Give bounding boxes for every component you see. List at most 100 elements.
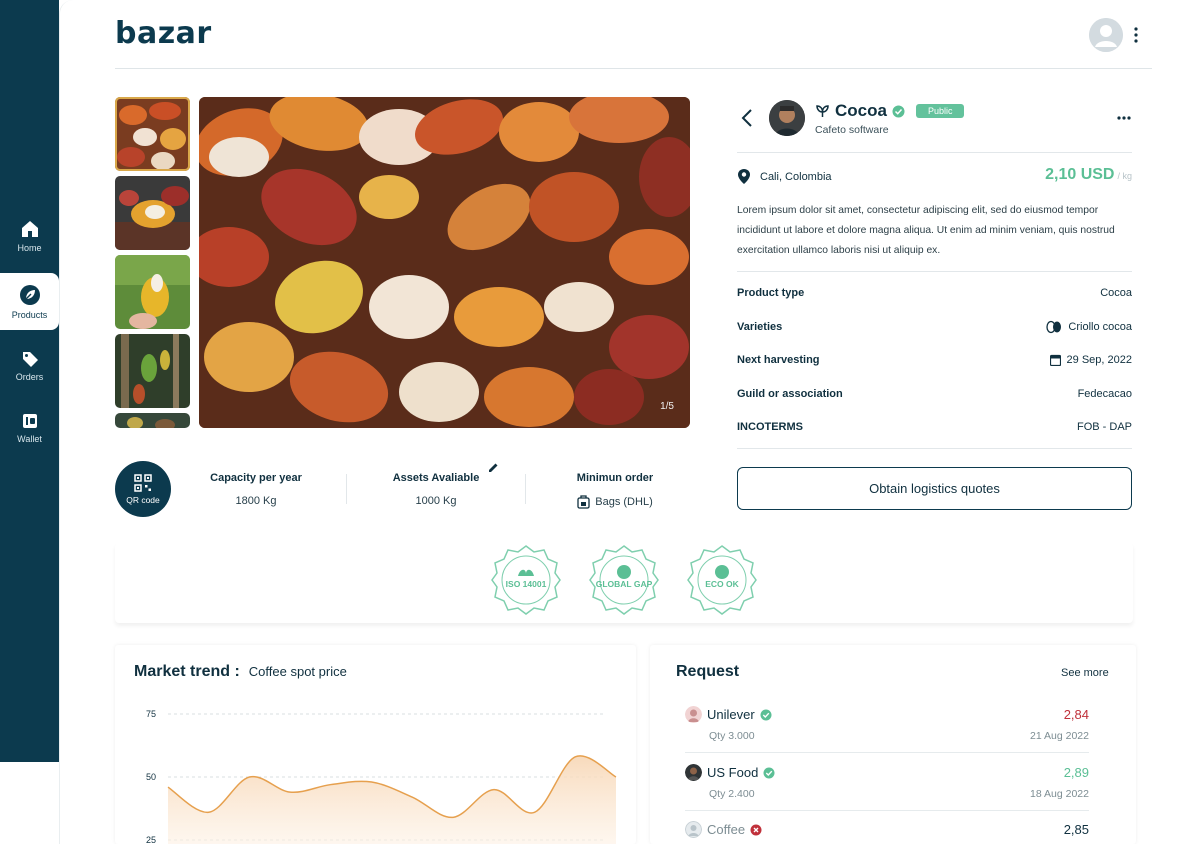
bazar-logo[interactable]: bazar <box>115 16 212 51</box>
main-product-image[interactable]: 1/5 <box>199 97 690 428</box>
cocoa-pods-thumbnail <box>115 97 190 171</box>
more-vertical-icon[interactable] <box>1130 26 1142 44</box>
price-unit: / kg <box>1117 171 1132 181</box>
bag-icon <box>577 495 590 509</box>
market-trend-title: Market trend : <box>134 663 240 680</box>
qr-code-label: QR code <box>126 494 160 505</box>
more-horizontal-icon[interactable] <box>1116 115 1132 121</box>
buyer-avatar <box>685 706 702 723</box>
sidebar-item-label: Wallet <box>17 434 42 444</box>
edit-pencil-icon[interactable] <box>488 462 499 473</box>
header-divider <box>115 68 1152 69</box>
price-value: 2,10 USD <box>1045 166 1115 183</box>
y-tick-label: 25 <box>146 835 156 844</box>
cocoa-tree-thumbnail <box>115 334 190 408</box>
min-order-title: Minimun order <box>576 472 654 484</box>
sidebar-item-orders[interactable]: Orders <box>0 338 59 394</box>
obtain-logistics-quotes-button[interactable]: Obtain logistics quotes <box>737 467 1132 510</box>
buyer-avatar <box>685 764 702 781</box>
sidebar-item-label: Products <box>11 309 48 320</box>
cocoa-pods-image <box>199 97 690 428</box>
trend-area <box>168 755 616 844</box>
sidebar-item-wallet[interactable]: Wallet <box>0 400 59 456</box>
sidebar: Home Products Orders Wallet <box>0 0 59 762</box>
user-avatar[interactable] <box>1089 18 1123 52</box>
request-date: 21 Aug 2022 <box>1030 730 1089 742</box>
leaf-icon <box>19 284 40 305</box>
gallery-thumbnail[interactable] <box>115 176 190 250</box>
spec-row-next-harvesting: Next harvesting 29 Sep, 2022 <box>737 354 1132 366</box>
seller-avatar[interactable] <box>769 100 805 136</box>
iso-14001-badge-icon: ISO 14001 <box>491 545 561 615</box>
y-tick-label: 75 <box>146 709 156 719</box>
spec-value: Fedecacao <box>1077 388 1132 400</box>
cert-label: ECO OK <box>705 579 739 589</box>
sidebar-item-label: Orders <box>15 372 44 382</box>
divider <box>737 152 1132 153</box>
stat-divider <box>346 474 347 504</box>
cocoa-sprout-icon <box>816 104 829 117</box>
divider <box>737 448 1132 449</box>
assets-title: Assets Avaliable <box>392 472 480 484</box>
request-price: 2,84 <box>1063 707 1089 722</box>
y-tick-label: 50 <box>146 772 156 782</box>
cocoa-opening-thumbnail <box>115 176 190 250</box>
buyer-name: Unilever <box>707 707 755 722</box>
tag-icon <box>22 352 38 367</box>
min-order-value: Bags (DHL) <box>595 496 653 508</box>
divider <box>737 271 1132 272</box>
cocoa-hand-thumbnail <box>115 255 190 329</box>
gallery-thumbnail[interactable] <box>115 413 190 428</box>
product-title-row: Cocoa Public <box>815 101 965 121</box>
qr-code-button[interactable]: QR code <box>115 461 171 517</box>
request-row-us-food[interactable]: US Food 2,89 Qty 2.400 18 Aug 2022 <box>685 764 1089 800</box>
sidebar-item-products[interactable]: Products <box>0 273 59 330</box>
spec-value: Cocoa <box>1100 287 1132 299</box>
capacity-title: Capacity per year <box>210 472 302 484</box>
visibility-badge: Public <box>915 104 965 118</box>
seller-name[interactable]: Cafeto software <box>815 124 889 136</box>
eco-ok-badge-icon: ECO OK <box>687 545 757 615</box>
request-price: 2,85 <box>1063 822 1089 837</box>
location-pin-icon <box>738 169 750 184</box>
buyer-name: Coffee <box>707 822 746 837</box>
global-gap-badge-icon: GLOBAL GAP <box>589 545 659 615</box>
stat-divider <box>525 474 526 504</box>
user-icon <box>1089 18 1123 52</box>
request-divider <box>685 752 1089 753</box>
spec-key: Varieties <box>737 321 783 333</box>
capacity-value: 1800 Kg <box>235 495 277 507</box>
location-text: Cali, Colombia <box>760 170 832 183</box>
spec-key: Product type <box>737 287 805 299</box>
location: Cali, Colombia <box>737 168 832 185</box>
verified-badge-icon <box>892 105 905 117</box>
spec-row-incoterms: INCOTERMS FOB - DAP <box>737 421 1132 433</box>
image-counter: 1/5 <box>660 401 674 412</box>
sidebar-item-label: Home <box>17 243 42 253</box>
cert-label: ISO 14001 <box>506 579 547 589</box>
calendar-icon <box>1049 354 1061 366</box>
request-qty: Qty 3.000 <box>709 730 755 742</box>
wallet-icon <box>22 414 37 428</box>
sidebar-item-home[interactable]: Home <box>0 208 59 264</box>
request-title: Request <box>676 663 740 680</box>
request-date: 18 Aug 2022 <box>1030 788 1089 800</box>
assets-stat: Assets Avaliable 1000 Kg <box>361 472 511 507</box>
spec-key: Next harvesting <box>737 354 820 366</box>
min-order-stat: Minimun order Bags (DHL) <box>540 472 690 509</box>
request-qty: Qty 2.400 <box>709 788 755 800</box>
request-row-unilever[interactable]: Unilever 2,84 Qty 3.000 21 Aug 2022 <box>685 706 1089 742</box>
back-arrow-icon[interactable] <box>740 108 754 128</box>
request-divider <box>685 810 1089 811</box>
spec-key: INCOTERMS <box>737 421 803 433</box>
see-more-link[interactable]: See more <box>1061 667 1109 679</box>
gallery-thumbnail[interactable] <box>115 97 190 171</box>
gallery-thumbnail[interactable] <box>115 255 190 329</box>
request-row-coffee[interactable]: Coffee 2,85 <box>685 821 1089 838</box>
price: 2,10 USD / kg <box>1045 166 1132 184</box>
market-trend-chart: 75 50 25 <box>146 709 617 844</box>
market-trend-header: Market trend : Coffee spot price <box>134 663 347 681</box>
product-description: Lorem ipsum dolor sit amet, consectetur … <box>737 205 1115 256</box>
qr-code-icon <box>134 473 152 492</box>
gallery-thumbnail[interactable] <box>115 334 190 408</box>
